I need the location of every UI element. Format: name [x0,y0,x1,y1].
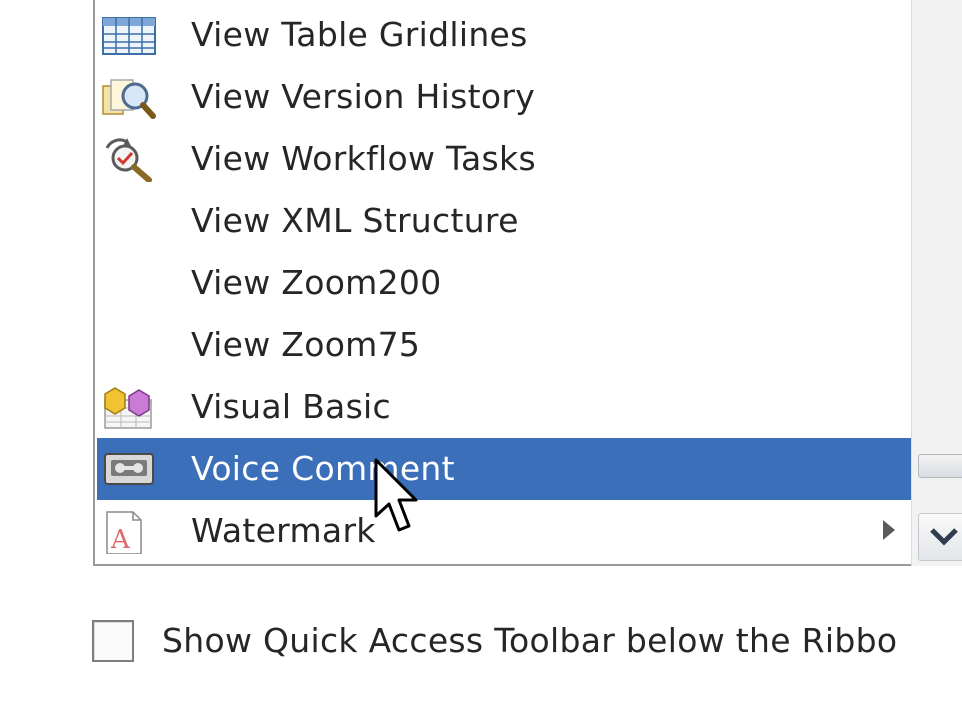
list-item-watermark[interactable]: A Watermark [97,500,913,562]
list-item-view-workflow-tasks[interactable]: View Workflow Tasks [97,128,913,190]
listbox-scrollbar[interactable] [911,0,962,566]
list-item-label: View Table Gridlines [191,15,528,54]
voice-comment-icon [101,448,157,492]
list-item-view-table-gridlines[interactable]: View Table Gridlines [97,4,913,66]
version-history-icon [101,76,157,120]
list-item-view-zoom200[interactable]: View Zoom200 [97,252,913,314]
list-item-label: View Workflow Tasks [191,139,536,178]
submenu-arrow-icon [883,520,895,540]
list-item-view-zoom75[interactable]: View Zoom75 [97,314,913,376]
list-item-view-xml-structure[interactable]: View XML Structure [97,190,913,252]
quick-access-below-ribbon-option[interactable]: Show Quick Access Toolbar below the Ribb… [92,616,962,666]
list-item-label: View Version History [191,77,536,116]
list-item-label: View Zoom200 [191,263,442,302]
list-item-label: Visual Basic [191,387,391,426]
quick-access-below-ribbon-label[interactable]: Show Quick Access Toolbar below the Ribb… [162,616,897,666]
scrollbar-thumb[interactable] [918,454,962,478]
list-item-label: Watermark [191,511,376,550]
scroll-down-button[interactable] [918,513,962,561]
list-item-label: View XML Structure [191,201,519,240]
list-item-voice-comment[interactable]: Voice Comment [97,438,913,500]
list-item-label: View Zoom75 [191,325,421,364]
svg-text:A: A [110,525,131,554]
quick-access-below-ribbon-checkbox[interactable] [92,620,134,662]
watermark-icon: A [101,510,157,555]
list-item-view-version-history[interactable]: View Version History [97,66,913,128]
list-item-visual-basic[interactable]: Visual Basic [97,376,913,438]
commands-listbox[interactable]: View Table Gridlines View Version Histor… [93,0,913,566]
table-gridlines-icon [101,14,157,58]
visual-basic-icon [101,386,157,430]
mouse-cursor-icon [374,458,418,532]
workflow-tasks-icon [101,138,157,183]
chevron-down-icon [930,528,958,546]
